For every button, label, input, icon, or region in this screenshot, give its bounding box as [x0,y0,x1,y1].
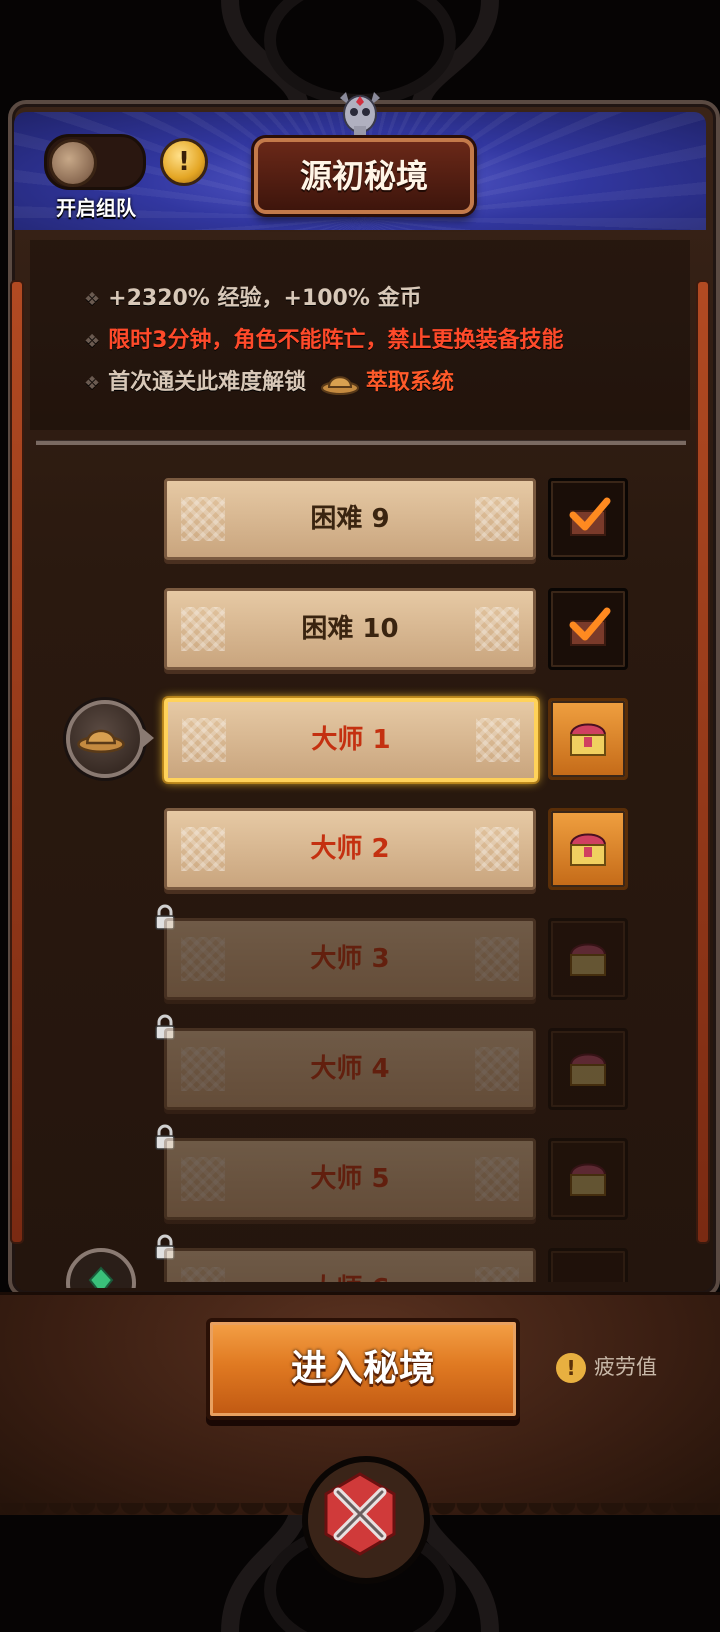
next-reward-marker [66,1248,136,1288]
reward-slot-master-1[interactable] [548,698,628,780]
team-toggle-label: 开启组队 [56,196,136,220]
frame-side-right [696,280,710,1244]
frame-side-left [10,280,24,1244]
gem-icon [88,1266,114,1288]
treasure-chest-icon [569,1053,607,1086]
bullet-icon: ❖ [84,289,101,310]
treasure-chest-icon [569,943,607,976]
exclamation-icon: ! [178,147,190,177]
info-button[interactable]: ! [160,138,208,186]
level-button-master-5[interactable]: 大师 5 [164,1138,536,1220]
toggle-knob [49,139,97,187]
hat-icon [77,729,125,753]
reward-slot-hard-10[interactable] [548,588,628,670]
level-button-hard-9[interactable]: 困难 9 [164,478,536,560]
reward-slot-master-3[interactable] [548,918,628,1000]
rules-line: ❖ 限时3分钟，角色不能阵亡，禁止更换装备技能 [84,328,564,353]
treasure-chest-icon [569,833,607,866]
level-button-master-6[interactable]: 大师 6 [164,1248,536,1282]
level-button-master-3[interactable]: 大师 3 [164,918,536,1000]
bullet-icon: ❖ [84,331,101,352]
unlock-line: ❖ 首次通关此难度解锁 萃取系统 [84,370,454,395]
level-button-master-4[interactable]: 大师 4 [164,1028,536,1110]
team-toggle[interactable] [44,134,146,190]
reward-slot-master-4[interactable] [548,1028,628,1110]
close-icon [324,1472,396,1556]
page-title: 源初秘境 [254,138,474,214]
reward-slot-master-6[interactable] [548,1248,628,1282]
divider [36,440,686,445]
reward-slot-hard-9[interactable] [548,478,628,560]
close-button[interactable] [302,1456,430,1584]
skull-ornament-icon [340,92,380,136]
fatigue-label: 疲劳值 [594,1355,657,1379]
warning-icon: ! [556,1353,586,1383]
reward-slot-master-2[interactable] [548,808,628,890]
treasure-chest-icon [569,723,607,756]
enter-dungeon-button[interactable]: 进入秘境 [206,1318,520,1420]
reward-slot-master-5[interactable] [548,1138,628,1220]
current-level-marker [66,700,154,778]
level-button-hard-10[interactable]: 困难 10 [164,588,536,670]
extraction-system-link[interactable]: 萃取系统 [366,370,454,395]
treasure-chest-icon [569,1163,607,1196]
reward-bonus-line: ❖ +2320% 经验，+100% 金币 [84,286,422,311]
hat-icon [320,376,359,395]
checkmark-chest-icon [569,497,611,536]
checkmark-chest-icon [569,607,611,646]
level-button-master-1[interactable]: 大师 1 [164,698,538,782]
bullet-icon: ❖ [84,373,101,394]
fatigue-indicator[interactable]: ! 疲劳值 [556,1350,657,1384]
level-button-master-2[interactable]: 大师 2 [164,808,536,890]
